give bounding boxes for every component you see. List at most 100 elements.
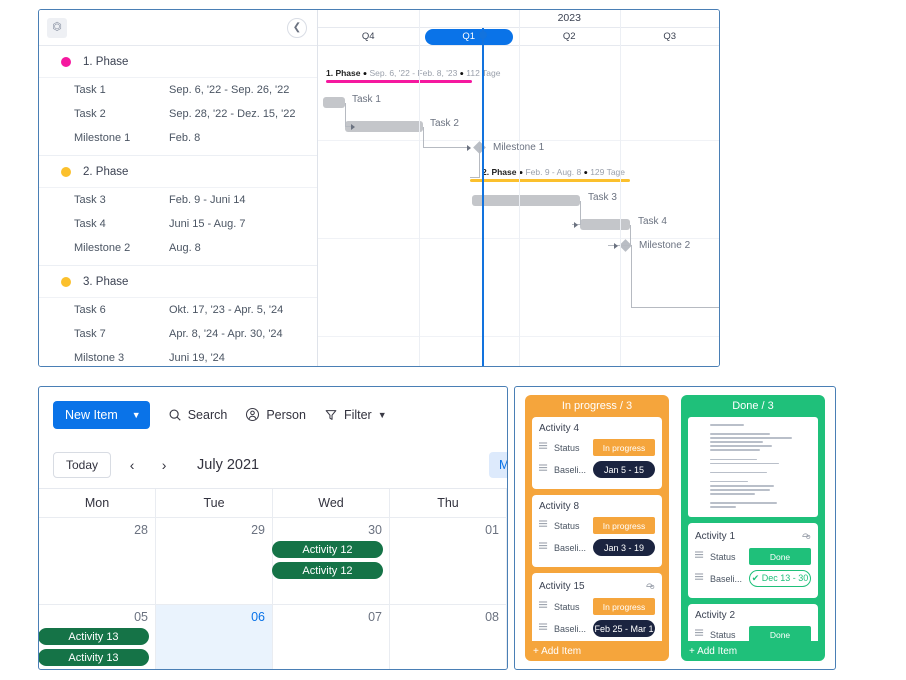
dependency-link — [631, 245, 632, 307]
gantt-task-name: Task 7 — [74, 328, 106, 340]
gantt-phase-bar[interactable] — [326, 80, 472, 83]
calendar-week-row: 05 Activity 13 Activity 13 06 07 08 — [39, 604, 507, 669]
gantt-row-container: 1. Phase Task 1 Sep. 6, '22 - Sep. 26, '22… — [39, 46, 317, 366]
list-icon — [695, 629, 705, 640]
kanban-card-status-value[interactable]: Done — [749, 626, 811, 641]
dependency-link — [345, 103, 346, 127]
notification-bell-icon[interactable] — [800, 529, 811, 543]
prev-month-button[interactable]: ‹ — [121, 457, 143, 473]
calendar-day-cell[interactable]: 07 — [273, 605, 390, 669]
gantt-bar-task-2[interactable] — [345, 121, 423, 132]
gantt-bar-task-3[interactable] — [472, 195, 580, 206]
timeline-quarter-Q1[interactable]: Q1 — [424, 29, 513, 45]
gantt-group-label: 3. Phase — [83, 275, 129, 288]
kanban-card-status: Status Done — [695, 548, 811, 566]
chevron-down-icon: ▼ — [131, 409, 141, 420]
timeline-quarter-Q4[interactable]: Q4 — [318, 28, 419, 46]
expand-collapse-icon[interactable]: ⏣ — [47, 17, 67, 38]
kanban-card-baseline-label: Baseli... — [554, 623, 587, 634]
calendar-day-cell[interactable]: 05 Activity 13 Activity 13 — [39, 605, 156, 669]
person-button[interactable]: Person — [245, 407, 306, 422]
calendar-event-pill[interactable]: Activity 12 — [272, 562, 383, 579]
chevron-left-icon[interactable]: ❮ — [287, 17, 307, 38]
document-preview-line — [710, 424, 745, 426]
document-preview-line — [710, 502, 778, 504]
kanban-card-title-row: Activity 15 — [539, 579, 655, 593]
gantt-task-dates: Aug. 8 — [169, 242, 201, 254]
calendar-day-cell[interactable]: 06 — [156, 605, 273, 669]
kanban-card[interactable]: Activity 1 Status Done Baseli... ✔ Dec 13 - … — [688, 523, 818, 599]
gantt-task-row[interactable]: Milestone 1 Feb. 8 — [39, 126, 317, 150]
gantt-task-row[interactable]: Task 3 Feb. 9 - Juni 14 — [39, 188, 317, 212]
kanban-card[interactable]: Activity 4 Status In progress Baseli... Jan … — [532, 417, 662, 489]
gantt-list-header: ⏣ ❮ — [39, 10, 317, 46]
today-marker-knob[interactable] — [479, 31, 487, 39]
gantt-task-row[interactable]: Task 2 Sep. 28, '22 - Dez. 15, '22 — [39, 102, 317, 126]
kanban-card-baseline-value[interactable]: Feb 25 - Mar 1 — [593, 620, 655, 637]
add-item-button[interactable]: + Add Item — [525, 641, 669, 661]
person-icon — [245, 407, 260, 422]
dependency-link — [470, 177, 480, 178]
calendar-day-cell[interactable]: 01 — [390, 518, 507, 604]
kanban-card-status-value[interactable]: In progress — [593, 439, 655, 456]
filter-label: Filter — [343, 407, 372, 422]
gantt-bar-task-4[interactable] — [580, 219, 630, 230]
search-button[interactable]: Search — [168, 408, 227, 422]
dependency-link — [423, 147, 469, 148]
kanban-card-baseline: Baseli... ✔ Dec 13 - 30 — [695, 570, 811, 588]
next-month-button[interactable]: › — [153, 457, 175, 473]
today-marker-line — [482, 28, 484, 366]
gantt-group-row[interactable]: 2. Phase — [39, 156, 317, 188]
calendar-day-cell[interactable]: 08 — [390, 605, 507, 669]
kanban-card-status-value[interactable]: Done — [749, 548, 811, 566]
gantt-task-name: Task 3 — [74, 194, 106, 206]
notification-bell-icon[interactable] — [644, 579, 655, 593]
baseline-icon — [539, 464, 549, 475]
gantt-group-row[interactable]: 3. Phase — [39, 266, 317, 298]
kanban-card-status-value[interactable]: In progress — [593, 598, 655, 615]
timeline-quarter-Q3[interactable]: Q3 — [620, 28, 720, 46]
calendar-day-cell[interactable]: 28 — [39, 518, 156, 604]
calendar-panel: New Item ▼ Search Person Filter ▼ Today — [38, 386, 508, 670]
kanban-card-baseline-value[interactable]: Jan 3 - 19 — [593, 539, 655, 556]
list-icon — [539, 601, 549, 612]
calendar-day-number: 30 — [368, 523, 382, 537]
view-mode-button[interactable]: M — [489, 452, 507, 478]
gantt-group-row[interactable]: 1. Phase — [39, 46, 317, 78]
gantt-task-row[interactable]: Milestone 2 Aug. 8 — [39, 236, 317, 260]
kanban-card[interactable]: Activity 2StatusDoneBaseli...Dec 21 - Ja… — [688, 604, 818, 641]
kanban-card-baseline-value[interactable]: ✔ Dec 13 - 30 — [749, 570, 811, 588]
calendar-day-cell[interactable]: 29 — [156, 518, 273, 604]
calendar-day-cell[interactable]: 30 Activity 12 Activity 12 — [272, 518, 390, 604]
baseline-icon — [695, 573, 705, 584]
calendar-weekday-header: Mon Tue Wed Thu — [39, 489, 507, 517]
kanban-column-title: In progress / 3 — [561, 400, 633, 412]
calendar-event-pill[interactable]: Activity 13 — [39, 628, 149, 645]
gantt-task-row[interactable]: Milstone 3 Juni 19, '24 — [39, 346, 317, 366]
document-preview-thumbnail[interactable] — [688, 417, 818, 518]
kanban-card[interactable]: Activity 15 Status In progress Baseli... Feb… — [532, 573, 662, 641]
timeline-quarter-Q2[interactable]: Q2 — [519, 28, 620, 46]
calendar-weekday-mon: Mon — [39, 489, 156, 517]
filter-button[interactable]: Filter ▼ — [324, 408, 387, 422]
group-color-dot — [61, 56, 71, 67]
add-item-button[interactable]: + Add Item — [681, 641, 825, 661]
document-preview-line — [710, 454, 796, 459]
gantt-timeline: 2023 Q4 Q1 Q2 Q3 1. Phase ● Sep. 6, '22 - F… — [318, 10, 719, 366]
funnel-icon — [324, 408, 338, 422]
kanban-card-status-value[interactable]: In progress — [593, 517, 655, 534]
gantt-task-row[interactable]: Task 7 Apr. 8, '24 - Apr. 30, '24 — [39, 322, 317, 346]
gantt-task-row[interactable]: Task 1 Sep. 6, '22 - Sep. 26, '22 — [39, 78, 317, 102]
today-button[interactable]: Today — [53, 452, 112, 478]
kanban-card-baseline-value[interactable]: Jan 5 - 15 — [593, 461, 655, 478]
new-item-button[interactable]: New Item ▼ — [53, 400, 150, 429]
calendar-event-pill[interactable]: Activity 13 — [39, 649, 149, 666]
kanban-card[interactable]: Activity 8 Status In progress Baseli... Jan … — [532, 495, 662, 567]
gantt-task-row[interactable]: Task 6 Okt. 17, '23 - Apr. 5, '24 — [39, 298, 317, 322]
gantt-task-name: Task 1 — [74, 84, 106, 96]
calendar-event-pill[interactable]: Activity 12 — [272, 541, 383, 558]
document-preview-line — [710, 437, 792, 439]
gantt-phase-bar[interactable] — [470, 179, 630, 182]
gantt-task-row[interactable]: Task 4 Juni 15 - Aug. 7 — [39, 212, 317, 236]
gantt-bar-task-1[interactable] — [323, 97, 345, 108]
